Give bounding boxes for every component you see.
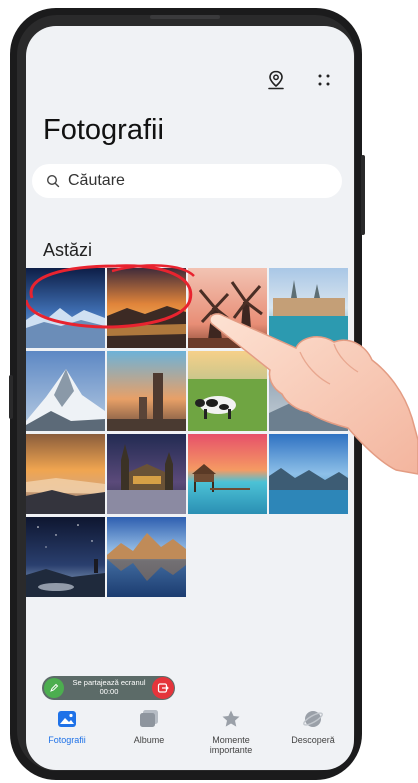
photo-thumbnail[interactable] bbox=[188, 434, 267, 514]
photo-icon bbox=[57, 706, 77, 732]
tab-label: Fotografii bbox=[48, 735, 86, 745]
search-input[interactable] bbox=[66, 171, 320, 191]
map-pin-icon[interactable] bbox=[264, 68, 288, 92]
header-actions bbox=[264, 68, 336, 92]
photo-thumbnail[interactable] bbox=[188, 268, 267, 348]
power-button bbox=[9, 375, 13, 419]
photo-thumbnail[interactable] bbox=[107, 434, 186, 514]
screen-share-indicator: Se partajează ecranul 00:00 bbox=[42, 676, 175, 700]
tab-label: Albume bbox=[133, 735, 165, 745]
photo-thumbnail[interactable] bbox=[269, 268, 348, 348]
photo-thumbnail[interactable] bbox=[26, 351, 105, 431]
photo-thumbnail[interactable] bbox=[26, 517, 105, 597]
bottom-tab-bar: Fotografii Albume Momente importante Des… bbox=[26, 702, 354, 762]
search-bar[interactable] bbox=[32, 164, 342, 198]
section-heading-today: Astăzi bbox=[43, 240, 93, 260]
stop-share-icon[interactable] bbox=[152, 677, 174, 699]
star-icon bbox=[221, 706, 241, 732]
tab-highlights[interactable]: Momente importante bbox=[190, 702, 272, 762]
volume-button bbox=[361, 155, 365, 235]
planet-icon bbox=[302, 706, 324, 732]
share-label: Se partajează ecranul bbox=[72, 678, 146, 687]
tab-albums[interactable]: Albume bbox=[108, 702, 190, 762]
share-pen-icon[interactable] bbox=[44, 678, 64, 698]
photo-thumbnail[interactable] bbox=[26, 434, 105, 514]
phone-top-speaker bbox=[150, 15, 220, 19]
photo-thumbnail[interactable] bbox=[107, 351, 186, 431]
page-title: Fotografii bbox=[43, 114, 164, 146]
tab-label: Momente importante bbox=[209, 735, 253, 755]
photo-thumbnail[interactable] bbox=[107, 268, 186, 348]
search-icon bbox=[46, 174, 60, 188]
tab-discover[interactable]: Descoperă bbox=[272, 702, 354, 762]
screen: Fotografii Astăzi bbox=[26, 26, 354, 770]
tab-label: Descoperă bbox=[291, 735, 335, 745]
photo-thumbnail[interactable] bbox=[269, 434, 348, 514]
photo-thumbnail[interactable] bbox=[107, 517, 186, 597]
more-icon[interactable] bbox=[312, 68, 336, 92]
album-icon bbox=[138, 706, 160, 732]
photo-thumbnail[interactable] bbox=[188, 351, 267, 431]
photo-thumbnail[interactable] bbox=[269, 351, 348, 431]
tab-photos[interactable]: Fotografii bbox=[26, 702, 108, 762]
share-timer: 00:00 bbox=[99, 687, 119, 696]
photo-thumbnail[interactable] bbox=[26, 268, 105, 348]
